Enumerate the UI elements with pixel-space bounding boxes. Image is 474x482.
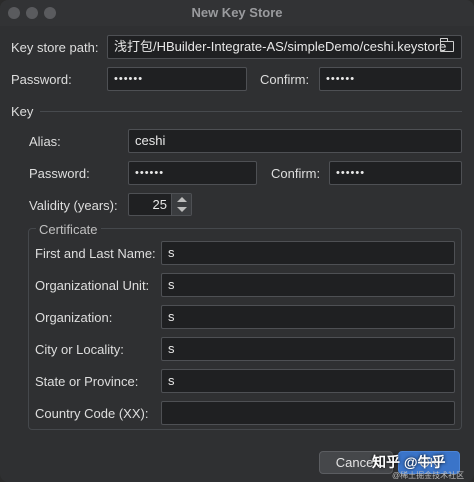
keystore-password-input[interactable]: ••••••	[107, 67, 247, 91]
new-key-store-dialog: New Key Store Key store path: 浅打包/HBuild…	[0, 0, 474, 482]
watermark-text: 知乎 @牛乎	[372, 454, 446, 470]
alias-label: Alias:	[29, 134, 61, 149]
organization-label: Organization:	[35, 310, 113, 325]
country-code-input[interactable]	[161, 401, 455, 425]
first-last-name-label: First and Last Name:	[35, 246, 156, 261]
key-password-label: Password:	[29, 166, 90, 181]
validity-label: Validity (years):	[29, 198, 118, 213]
keystore-path-input[interactable]: 浅打包/HBuilder-Integrate-AS/simpleDemo/ces…	[107, 35, 462, 59]
title-bar: New Key Store	[0, 0, 474, 26]
certificate-legend: Certificate	[36, 222, 101, 237]
keystore-path-label: Key store path:	[11, 40, 99, 55]
state-province-input[interactable]: s	[161, 369, 455, 393]
validity-value: 25	[152, 197, 167, 212]
alias-input[interactable]: ceshi	[128, 129, 462, 153]
organization-input[interactable]: s	[161, 305, 455, 329]
decrement-arrow-icon[interactable]	[177, 207, 187, 212]
city-locality-label: City or Locality:	[35, 342, 124, 357]
key-confirm-input[interactable]: ••••••	[329, 161, 462, 185]
organizational-unit-label: Organizational Unit:	[35, 278, 150, 293]
key-confirm-label: Confirm:	[271, 166, 321, 181]
watermark-subtext: @稀土掘金技术社区	[392, 471, 465, 480]
validity-spinner[interactable]: 25	[128, 193, 192, 216]
spinner-arrows[interactable]	[171, 194, 191, 215]
city-locality-input[interactable]: s	[161, 337, 455, 361]
window-title: New Key Store	[191, 5, 283, 20]
key-section-divider	[40, 111, 462, 112]
folder-icon[interactable]	[439, 38, 454, 52]
country-code-label: Country Code (XX):	[35, 406, 149, 421]
organizational-unit-input[interactable]: s	[161, 273, 455, 297]
first-last-name-input[interactable]: s	[161, 241, 455, 265]
state-province-label: State or Province:	[35, 374, 139, 389]
key-password-input[interactable]: ••••••	[128, 161, 257, 185]
increment-arrow-icon[interactable]	[177, 197, 187, 202]
keystore-confirm-input[interactable]: ••••••	[319, 67, 462, 91]
keystore-password-label: Password:	[11, 72, 72, 87]
keystore-confirm-label: Confirm:	[260, 72, 310, 87]
key-section-title: Key	[11, 104, 34, 119]
